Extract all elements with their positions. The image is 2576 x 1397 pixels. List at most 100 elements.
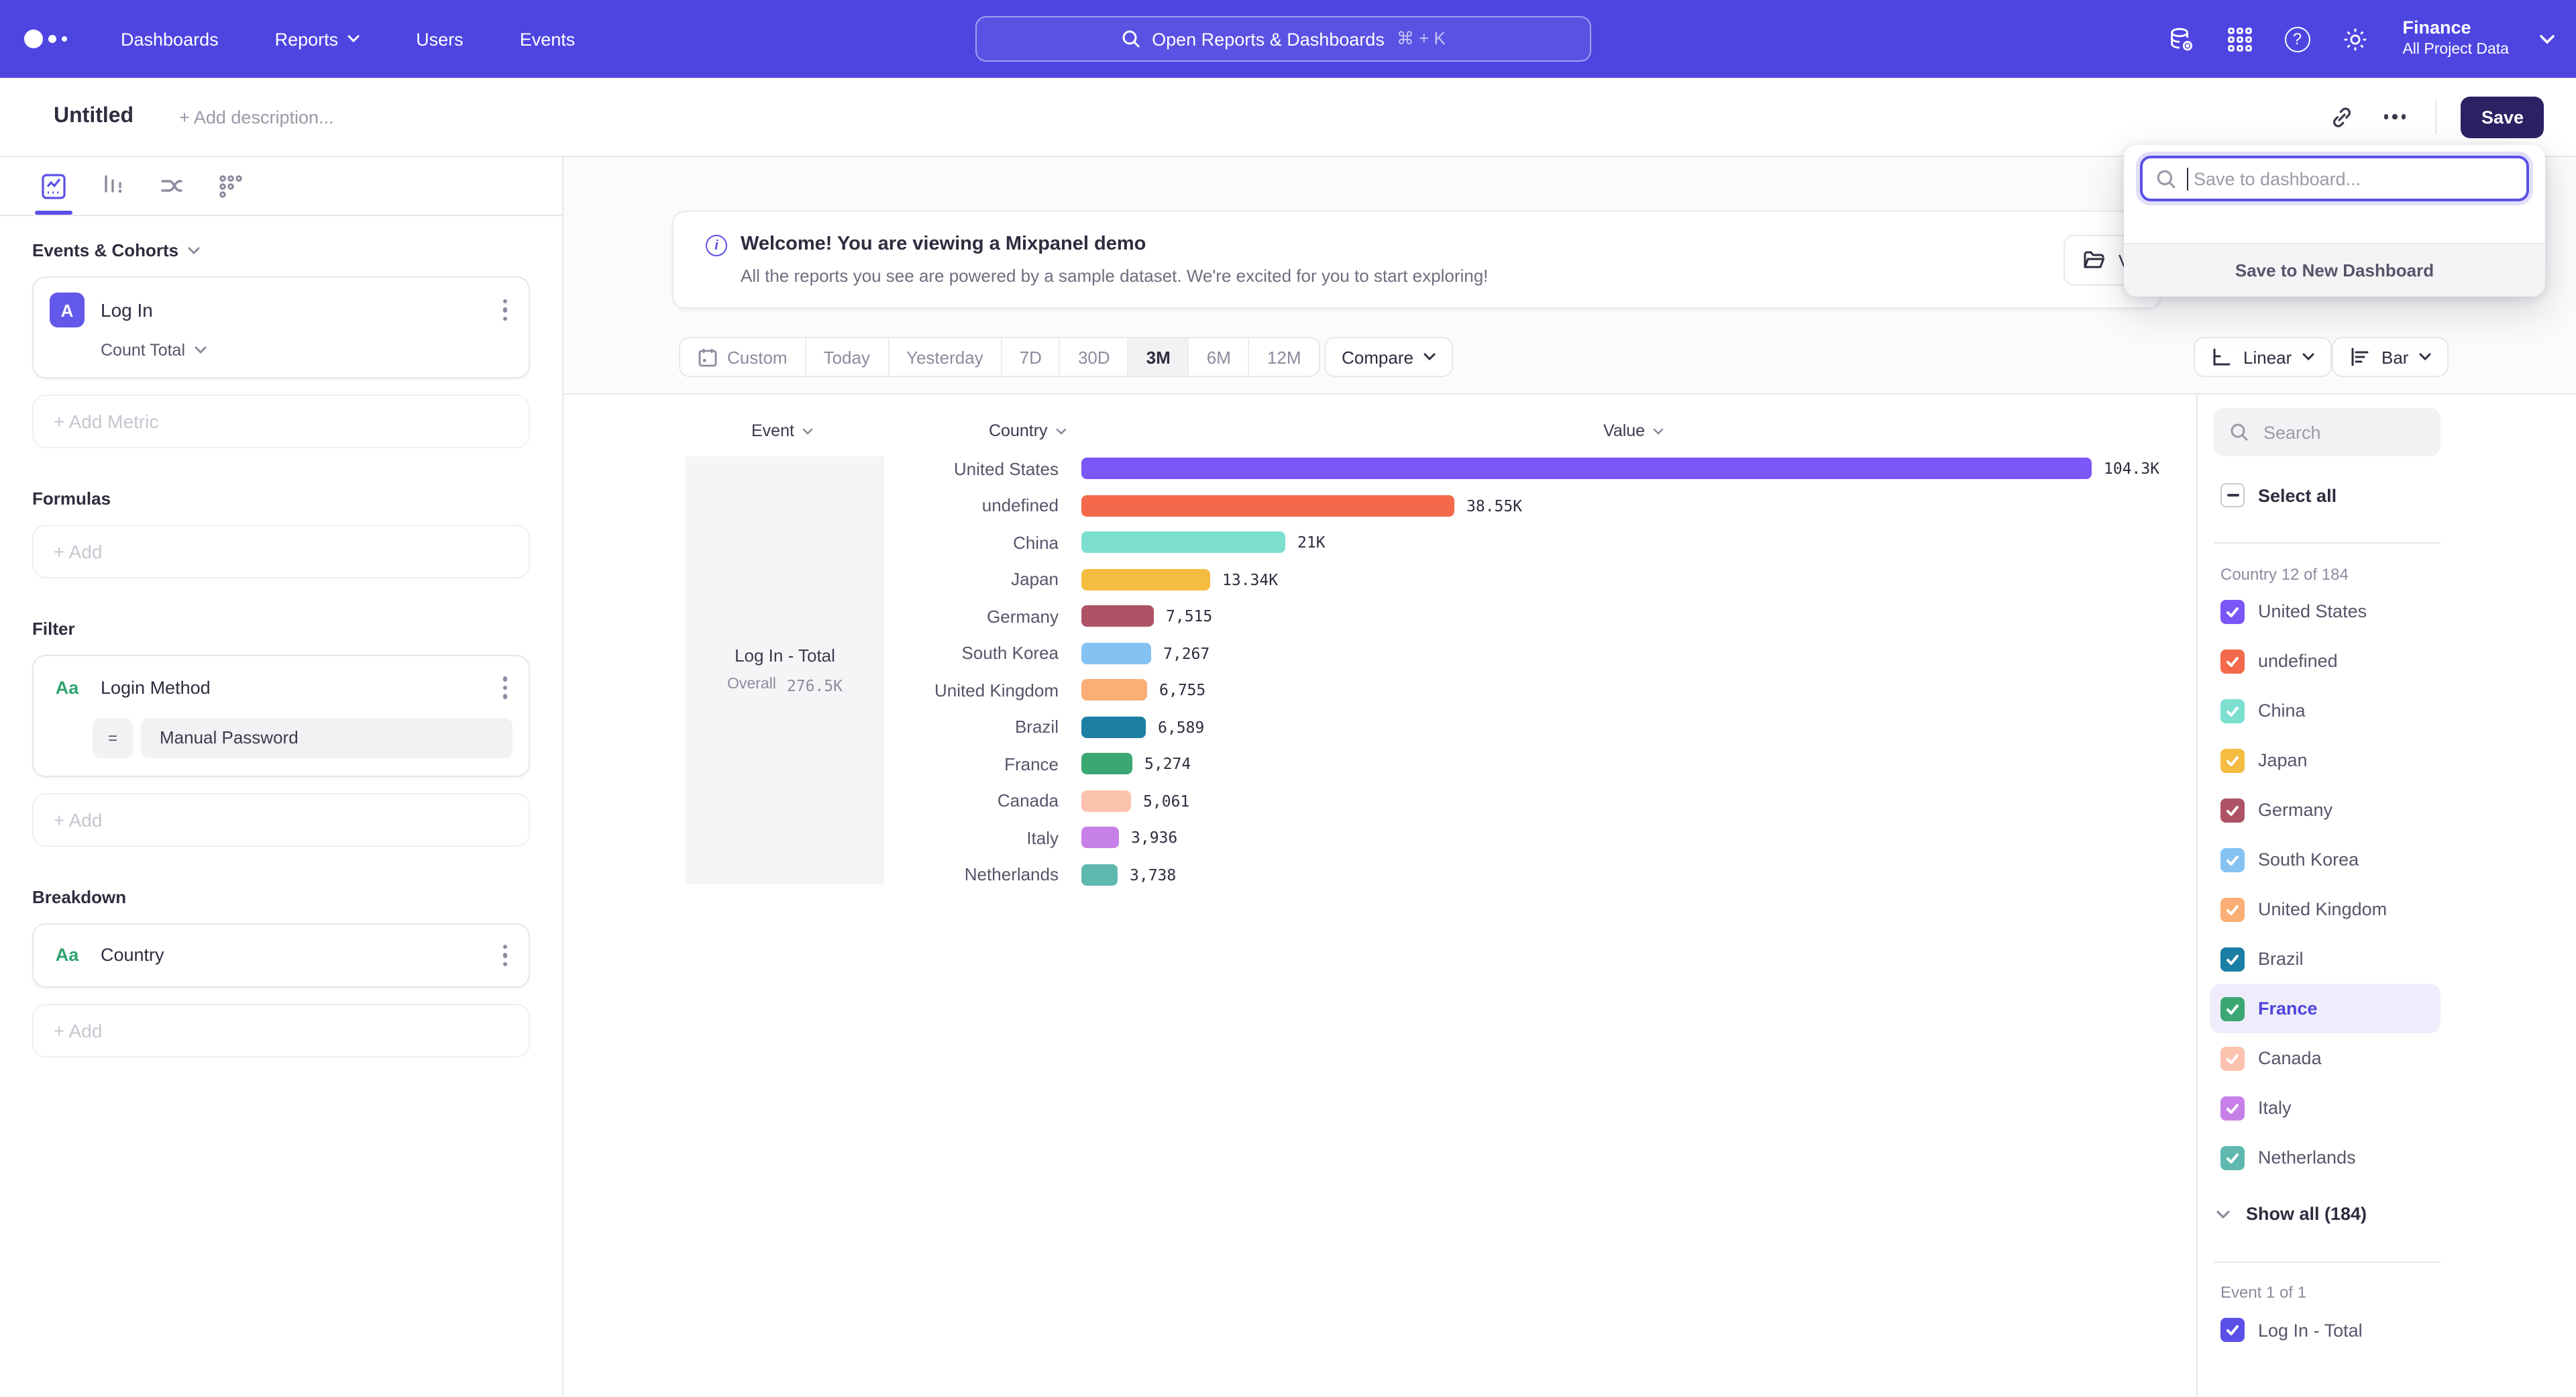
more-options-icon[interactable] xyxy=(2379,109,2412,125)
legend-checkbox[interactable] xyxy=(2220,947,2245,971)
filter-operator[interactable]: = xyxy=(93,717,133,758)
filter-property-name[interactable]: Login Method xyxy=(101,678,481,698)
legend-item-france[interactable]: France xyxy=(2210,984,2440,1033)
legend-checkbox[interactable] xyxy=(2220,1046,2245,1070)
project-switcher[interactable]: Finance All Project Data xyxy=(2402,18,2509,60)
tab-flows[interactable] xyxy=(156,170,188,202)
event-name[interactable]: Log In xyxy=(101,299,481,321)
legend-item-netherlands[interactable]: Netherlands xyxy=(2210,1133,2440,1182)
show-all-button[interactable]: Show all (184) xyxy=(2216,1204,2367,1224)
legend-checkbox[interactable] xyxy=(2220,748,2245,772)
nav-item-reports[interactable]: Reports xyxy=(275,29,360,49)
breakdown-property-name[interactable]: Country xyxy=(101,945,481,966)
scale-selector[interactable]: Linear xyxy=(2194,337,2332,377)
bar-segment[interactable] xyxy=(1081,605,1154,627)
legend-checkbox[interactable] xyxy=(2220,798,2245,822)
date-range-yesterday[interactable]: Yesterday xyxy=(889,338,1002,376)
date-range-custom[interactable]: Custom xyxy=(680,338,806,376)
formulas-heading: Formulas xyxy=(32,488,530,509)
legend-search-input[interactable] xyxy=(2261,421,2408,444)
bar-segment[interactable] xyxy=(1081,716,1146,737)
apps-grid-icon[interactable] xyxy=(2225,25,2253,53)
legend-item-united-kingdom[interactable]: United Kingdom xyxy=(2210,884,2440,934)
add-breakdown-button[interactable]: + Add xyxy=(32,1004,530,1057)
report-title[interactable]: Untitled xyxy=(54,105,133,129)
settings-gear-icon[interactable] xyxy=(2341,25,2369,53)
chevron-down-icon[interactable] xyxy=(2540,34,2555,44)
date-range-today[interactable]: Today xyxy=(806,338,889,376)
event-checkbox[interactable] xyxy=(2220,1318,2245,1342)
legend-checkbox[interactable] xyxy=(2220,698,2245,723)
compare-button[interactable]: Compare xyxy=(1324,337,1454,377)
tab-funnels[interactable] xyxy=(97,170,129,202)
select-all-row[interactable]: Select all xyxy=(2220,483,2337,507)
nav-item-users[interactable]: Users xyxy=(416,29,464,49)
bar-segment[interactable] xyxy=(1081,679,1147,701)
add-formula-button[interactable]: + Add xyxy=(32,525,530,578)
tab-retention[interactable] xyxy=(215,170,247,202)
bar-segment[interactable] xyxy=(1081,568,1210,590)
copy-link-icon[interactable] xyxy=(2329,104,2355,130)
legend-checkbox[interactable] xyxy=(2220,649,2245,673)
legend-search-box[interactable] xyxy=(2214,408,2440,456)
kebab-menu-icon[interactable] xyxy=(497,939,513,972)
dashboard-search-input[interactable] xyxy=(2191,167,2486,190)
date-range-30d[interactable]: 30D xyxy=(1061,338,1129,376)
save-button[interactable]: Save xyxy=(2461,96,2544,138)
event-legend-row[interactable]: Log In - Total xyxy=(2220,1318,2363,1342)
help-icon[interactable]: ? xyxy=(2284,26,2310,52)
legend-item-japan[interactable]: Japan xyxy=(2210,735,2440,785)
column-header-event[interactable]: Event xyxy=(751,421,813,440)
legend-item-south-korea[interactable]: South Korea xyxy=(2210,835,2440,884)
legend-checkbox[interactable] xyxy=(2220,1096,2245,1120)
date-range-12m[interactable]: 12M xyxy=(1250,338,1319,376)
legend-item-undefined[interactable]: undefined xyxy=(2210,636,2440,686)
add-description-field[interactable]: + Add description... xyxy=(179,107,333,127)
date-range-3m[interactable]: 3M xyxy=(1129,338,1189,376)
mixpanel-logo-icon[interactable] xyxy=(24,30,89,48)
bar-segment[interactable] xyxy=(1081,495,1454,516)
global-search-button[interactable]: Open Reports & Dashboards ⌘ + K xyxy=(975,16,1591,62)
legend-item-canada[interactable]: Canada xyxy=(2210,1033,2440,1083)
date-range-6m[interactable]: 6M xyxy=(1189,338,1250,376)
bar-segment[interactable] xyxy=(1081,864,1118,885)
bar-segment[interactable] xyxy=(1081,458,2092,479)
chart-type-selector[interactable]: Bar xyxy=(2332,337,2449,377)
filter-value[interactable]: Manual Password xyxy=(141,717,513,758)
select-all-checkbox[interactable] xyxy=(2220,483,2245,507)
legend-item-brazil[interactable]: Brazil xyxy=(2210,934,2440,984)
date-range-7d[interactable]: 7D xyxy=(1002,338,1061,376)
dashboard-search-box[interactable] xyxy=(2140,156,2529,201)
nav-item-dashboards[interactable]: Dashboards xyxy=(121,29,219,49)
data-management-icon[interactable] xyxy=(2166,25,2194,53)
add-metric-button[interactable]: + Add Metric xyxy=(32,395,530,448)
metric-card-log-in[interactable]: A Log In Count Total xyxy=(32,276,530,378)
legend-checkbox[interactable] xyxy=(2220,996,2245,1021)
breakdown-card-country[interactable]: Aa Country xyxy=(32,923,530,988)
filter-card-login-method[interactable]: Aa Login Method = Manual Password xyxy=(32,655,530,776)
legend-item-china[interactable]: China xyxy=(2210,686,2440,735)
column-header-value[interactable]: Value xyxy=(1603,421,1664,440)
kebab-menu-icon[interactable] xyxy=(497,671,513,704)
events-cohorts-heading[interactable]: Events & Cohorts xyxy=(32,240,530,260)
nav-item-events[interactable]: Events xyxy=(520,29,576,49)
add-filter-button[interactable]: + Add xyxy=(32,792,530,846)
bar-segment[interactable] xyxy=(1081,790,1131,811)
save-to-new-dashboard-button[interactable]: Save to New Dashboard xyxy=(2124,243,2545,297)
legend-checkbox[interactable] xyxy=(2220,847,2245,872)
legend-item-italy[interactable]: Italy xyxy=(2210,1083,2440,1133)
column-header-country[interactable]: Country xyxy=(989,421,1067,440)
legend-checkbox[interactable] xyxy=(2220,599,2245,623)
aggregation-selector[interactable]: Count Total xyxy=(101,341,513,360)
bar-segment[interactable] xyxy=(1081,642,1151,664)
legend-checkbox[interactable] xyxy=(2220,897,2245,921)
legend-checkbox[interactable] xyxy=(2220,1145,2245,1170)
divider xyxy=(2436,99,2437,134)
kebab-menu-icon[interactable] xyxy=(497,294,513,327)
legend-item-germany[interactable]: Germany xyxy=(2210,785,2440,835)
bar-segment[interactable] xyxy=(1081,753,1132,774)
legend-item-united-states[interactable]: United States xyxy=(2210,586,2440,636)
bar-segment[interactable] xyxy=(1081,531,1285,553)
bar-segment[interactable] xyxy=(1081,827,1119,848)
tab-insights[interactable] xyxy=(38,170,70,202)
